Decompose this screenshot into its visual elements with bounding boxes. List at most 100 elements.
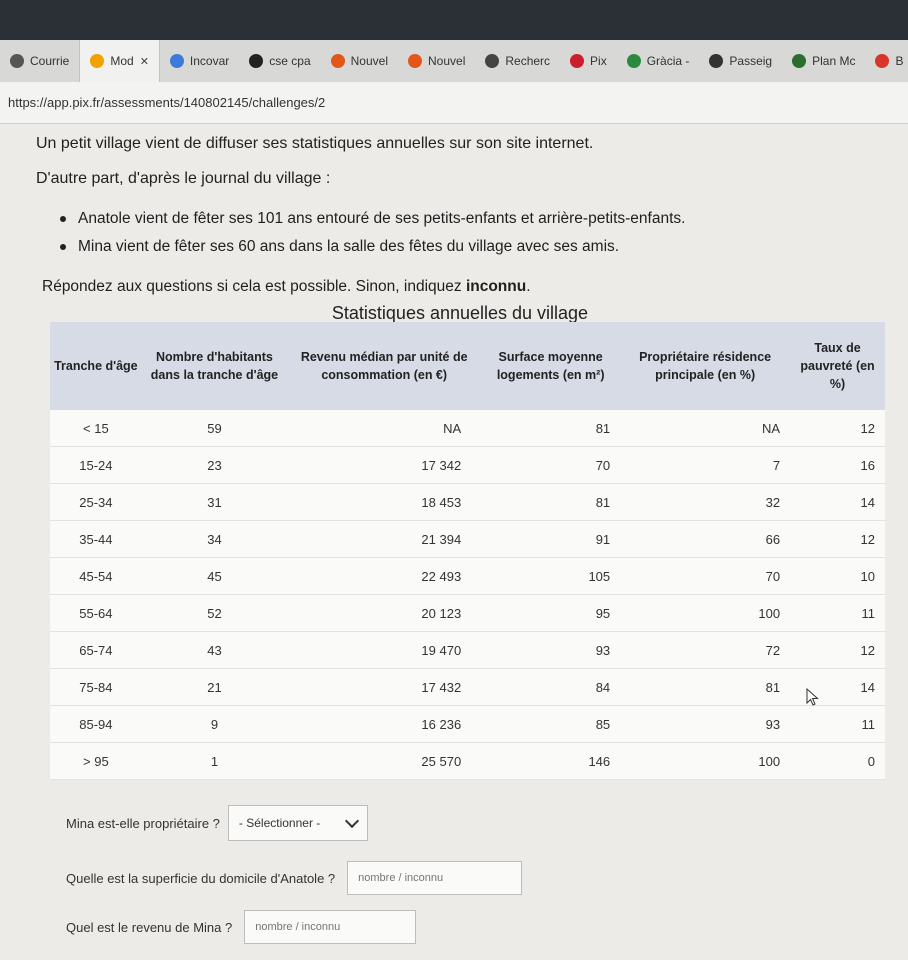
close-tab-icon[interactable]: ✕	[140, 55, 149, 68]
poverty-cell: 10	[790, 557, 885, 595]
bullet-anatole: Anatole vient de fêter ses 101 ans entou…	[60, 205, 685, 233]
income-input[interactable]	[244, 910, 417, 944]
browser-tab-label: Recherc	[505, 54, 551, 68]
browser-tab[interactable]: Nouvel	[398, 40, 475, 82]
median-income-cell: 17 432	[287, 668, 482, 706]
owner-cell: 72	[620, 631, 791, 669]
owner-select[interactable]: - Sélectionner -	[227, 805, 368, 841]
age-group-cell: 55-64	[50, 594, 142, 632]
table-title: Statistiques annuelles du village	[331, 303, 589, 323]
question-anatole-surface: Quelle est la superficie du domicile d'A…	[66, 861, 523, 895]
owner-cell: 7	[620, 446, 791, 484]
table-row: 45-54 45 22 493 105 70 10	[50, 557, 885, 595]
q1-label: Mina est-elle propriétaire ?	[66, 815, 220, 831]
browser-tab[interactable]: Incovar	[160, 40, 239, 82]
browser-tab[interactable]: Nouvel	[321, 40, 398, 82]
age-group-cell: 75-84	[50, 668, 142, 706]
surface-cell: 93	[481, 631, 621, 669]
population-cell: 59	[141, 410, 288, 447]
question-mina-owner: Mina est-elle propriétaire ? - Sélection…	[66, 805, 368, 841]
surface-cell: 81	[481, 483, 621, 521]
intro-line-1: Un petit village vient de diffuser ses s…	[36, 135, 594, 152]
wikipedia-icon	[709, 54, 724, 68]
poverty-cell: 12	[790, 520, 885, 558]
surface-cell: 84	[481, 668, 621, 706]
population-cell: 52	[141, 594, 288, 632]
surface-input[interactable]	[347, 861, 523, 895]
age-group-cell: 15-24	[50, 446, 142, 484]
median-income-cell: 20 123	[287, 594, 482, 632]
table-header-row: Tranche d'âge Nombre d'habitants dans la…	[50, 322, 885, 410]
population-cell: 34	[141, 520, 288, 558]
instruction: Répondez aux questions si cela est possi…	[42, 278, 531, 295]
sparkle-icon	[169, 54, 184, 68]
os-top-bar	[0, 0, 908, 40]
browser-tab[interactable]: Recherc	[475, 40, 560, 82]
browser-tab[interactable]: Passeig	[699, 40, 782, 82]
app-icon	[249, 54, 264, 68]
poverty-cell: 16	[790, 446, 885, 484]
browser-tab-label: Incovar	[189, 54, 230, 68]
mouse-cursor-icon	[806, 688, 819, 706]
age-group-cell: 25-34	[50, 483, 142, 521]
surface-cell: 95	[481, 594, 621, 632]
population-cell: 9	[141, 705, 288, 743]
question-mina-income: Quel est le revenu de Mina ?	[66, 910, 417, 944]
pinterest-icon	[570, 54, 585, 68]
browser-tab[interactable]: B	[865, 40, 908, 82]
browser-tab-label: Mod	[110, 54, 134, 68]
search-icon	[485, 54, 500, 68]
bullet-dot-icon	[60, 216, 66, 222]
age-group-cell: 65-74	[50, 631, 142, 669]
browser-tab-label: cse cpa	[269, 54, 311, 68]
browser-tab-label: Nouvel	[428, 54, 466, 68]
browser-tab-label: Pix	[590, 54, 607, 68]
statistics-table: Tranche d'âge Nombre d'habitants dans la…	[50, 322, 885, 780]
owner-select-value: - Sélectionner -	[238, 816, 321, 830]
population-cell: 45	[141, 557, 288, 595]
header-poverty: Taux de pauvreté (en %)	[790, 322, 885, 410]
population-cell: 43	[141, 631, 288, 669]
median-income-cell: 17 342	[287, 446, 482, 484]
poverty-cell: 11	[790, 705, 885, 743]
browser-tab[interactable]: Courrie	[0, 40, 79, 82]
median-income-cell: 25 570	[287, 742, 482, 780]
browser-tab-label: B	[895, 54, 904, 68]
firefox-icon	[330, 54, 345, 68]
news-bullets: Anatole vient de fêter ses 101 ans entou…	[60, 205, 685, 261]
population-cell: 21	[141, 668, 288, 706]
browser-tab-label: Plan Mc	[812, 54, 856, 68]
browser-tab[interactable]: Gràcia -	[617, 40, 700, 82]
poverty-cell: 12	[790, 631, 885, 669]
browser-tab[interactable]: Mod ✕	[79, 40, 160, 82]
address-bar[interactable]: https://app.pix.fr/assessments/140802145…	[0, 82, 908, 124]
owner-cell: 100	[620, 742, 791, 780]
chevron-down-icon	[344, 813, 359, 829]
browser-tab[interactable]: Pix	[560, 40, 617, 82]
median-income-cell: 22 493	[287, 557, 482, 595]
browser-tab[interactable]: cse cpa	[239, 40, 320, 82]
poverty-cell: 12	[790, 410, 885, 447]
poverty-cell: 0	[790, 742, 885, 780]
owner-cell: 32	[620, 483, 791, 521]
table-row: 65-74 43 19 470 93 72 12	[50, 631, 885, 669]
population-cell: 31	[141, 483, 288, 521]
owner-cell: 93	[620, 705, 791, 743]
surface-cell: 81	[481, 410, 621, 447]
table-row: 55-64 52 20 123 95 100 11	[50, 594, 885, 632]
population-cell: 1	[141, 742, 288, 780]
firefox-icon	[408, 54, 422, 68]
poverty-cell: 14	[790, 483, 885, 521]
browser-tab-label: Passeig	[729, 54, 773, 68]
age-group-cell: > 95	[50, 742, 142, 780]
table-row: 25-34 31 18 453 81 32 14	[50, 483, 885, 521]
surface-cell: 91	[481, 520, 621, 558]
median-income-cell: 16 236	[287, 705, 482, 743]
median-income-cell: 21 394	[287, 520, 482, 558]
median-income-cell: NA	[287, 410, 482, 447]
browser-tab[interactable]: Plan Mc	[782, 40, 865, 82]
owner-cell: 66	[620, 520, 791, 558]
browser-tab-label: Nouvel	[350, 54, 388, 68]
browser-tab-label: Gràcia -	[646, 54, 690, 68]
owner-cell: 100	[620, 594, 791, 632]
